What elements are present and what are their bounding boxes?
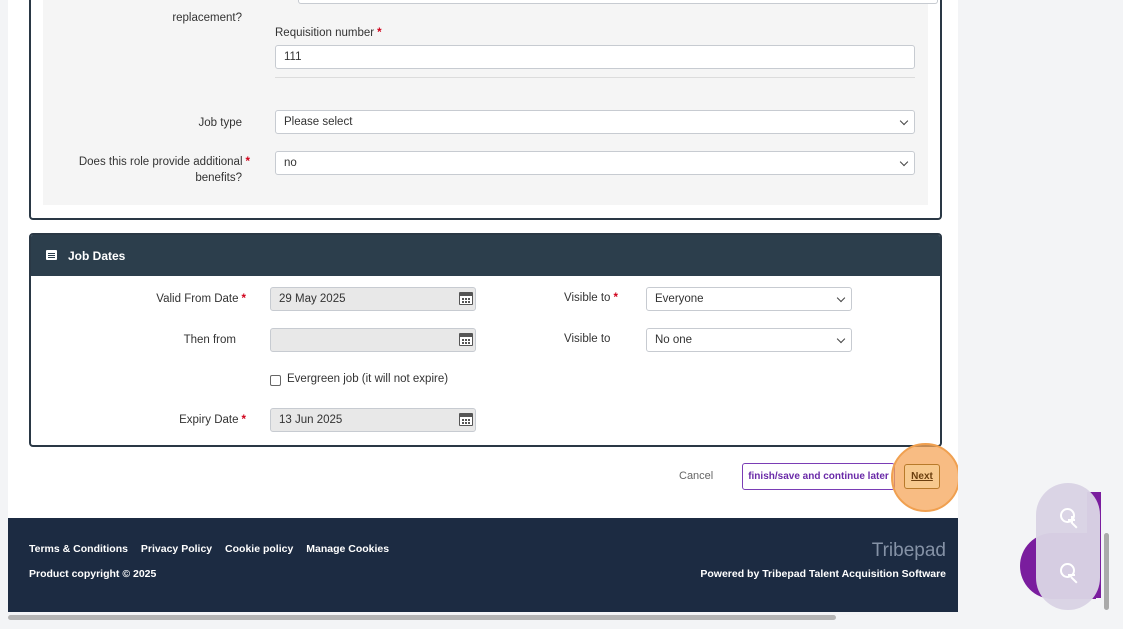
job-type-value: Please select — [284, 116, 353, 128]
copyright-text: Product copyright © 2025 — [29, 568, 157, 580]
evergreen-label: Evergreen job (it will not expire) — [287, 373, 449, 385]
job-dates-header: Job Dates — [31, 235, 940, 276]
terms-link[interactable]: Terms & Conditions — [29, 543, 128, 555]
calendar-icon[interactable] — [459, 292, 473, 305]
tribepad-logo: Tribepad — [871, 540, 946, 561]
valid-from-value: 29 May 2025 — [279, 293, 346, 305]
visible-to-value: Everyone — [655, 293, 704, 305]
chevron-down-icon — [899, 116, 909, 126]
chevron-down-icon — [899, 157, 909, 167]
required-marker: * — [245, 156, 250, 168]
privacy-policy-link[interactable]: Privacy Policy — [141, 543, 212, 555]
replacement-label: replacement? — [172, 12, 242, 24]
zoom-in-icon[interactable] — [1058, 506, 1082, 530]
expiry-date-label: Expiry Date * — [179, 414, 246, 426]
vertical-scrollbar[interactable] — [1104, 533, 1109, 610]
expiry-date-input[interactable]: 13 Jun 2025 — [270, 408, 476, 432]
zoom-out-icon[interactable] — [1058, 561, 1082, 585]
chevron-down-icon — [836, 293, 846, 303]
chevron-down-icon — [836, 334, 846, 344]
zoom-controls — [1036, 483, 1100, 610]
replacement-select-partial[interactable] — [298, 0, 938, 4]
benefits-value: no — [284, 157, 297, 169]
next-button[interactable]: Next — [904, 464, 940, 489]
required-marker: * — [241, 293, 246, 305]
required-marker: * — [377, 27, 382, 39]
evergreen-checkbox[interactable] — [270, 375, 281, 386]
job-type-select[interactable]: Please select — [275, 110, 915, 134]
valid-from-label: Valid From Date * — [156, 293, 246, 305]
required-marker: * — [613, 292, 618, 304]
visible-to-secondary-value: No one — [655, 334, 693, 346]
required-marker: * — [241, 414, 246, 426]
calendar-icon[interactable] — [459, 413, 473, 426]
job-dates-title: Job Dates — [68, 249, 126, 263]
visible-to-select[interactable]: Everyone — [646, 287, 852, 311]
calendar-icon[interactable] — [459, 333, 473, 346]
valid-from-input[interactable]: 29 May 2025 — [270, 287, 476, 311]
finish-save-later-button[interactable]: finish/save and continue later — [742, 463, 895, 490]
calendar-icon — [46, 250, 57, 260]
then-from-label: Then from — [183, 334, 236, 346]
visible-to-secondary-label: Visible to — [564, 333, 611, 345]
benefits-label: Does this role provide additional * benef… — [78, 156, 250, 184]
requisition-label: Requisition number * — [275, 27, 382, 39]
benefits-select[interactable]: no — [275, 151, 915, 175]
visible-to-secondary-select[interactable]: No one — [646, 328, 852, 352]
manage-cookies-link[interactable]: Manage Cookies — [306, 543, 389, 555]
footer-links: Terms & Conditions Privacy Policy Cookie… — [29, 543, 399, 555]
powered-by-text: Powered by Tribepad Talent Acquisition S… — [700, 568, 946, 580]
requisition-number-input[interactable]: 111 — [275, 45, 915, 69]
expiry-date-value: 13 Jun 2025 — [279, 414, 343, 426]
job-type-label: Job type — [198, 117, 242, 129]
cookie-policy-link[interactable]: Cookie policy — [225, 543, 293, 555]
then-from-input[interactable] — [270, 328, 476, 352]
section-divider — [275, 77, 915, 78]
footer: Terms & Conditions Privacy Policy Cookie… — [8, 518, 958, 612]
visible-to-label: Visible to * — [564, 292, 618, 304]
page: replacement? Requisition number * 111 Job… — [8, 0, 958, 612]
cancel-link[interactable]: Cancel — [679, 470, 713, 482]
horizontal-scrollbar[interactable] — [8, 615, 836, 620]
